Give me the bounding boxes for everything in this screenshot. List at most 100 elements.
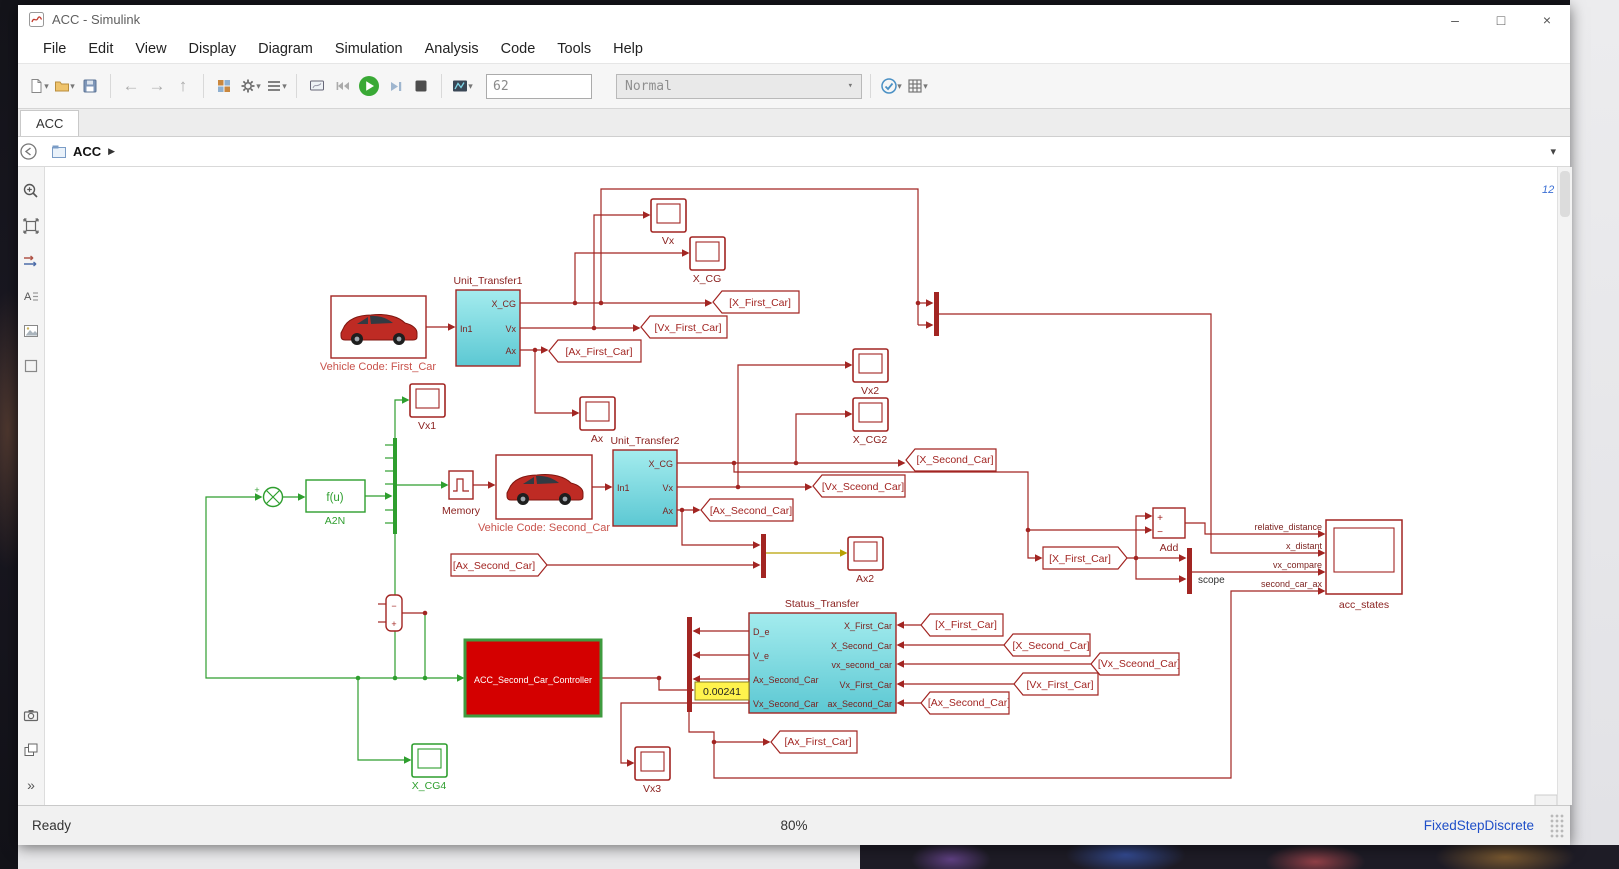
sim-mode-select[interactable]: Normal ▾ <box>616 73 862 99</box>
annotation-button[interactable]: A <box>21 286 41 306</box>
scope-vx3[interactable]: Vx3 <box>634 746 671 795</box>
goto-tag-vx-second-2[interactable]: [Vx_Sceond_Car] <box>1090 652 1180 676</box>
goto-tag-ax-second-1[interactable]: [Ax_Second_Car] <box>700 498 794 522</box>
mux-status[interactable] <box>687 617 692 712</box>
menu-code[interactable]: Code <box>490 41 547 57</box>
menu-file[interactable]: File <box>32 41 77 57</box>
new-model-button[interactable]: ▾ <box>26 72 50 100</box>
block-fcn[interactable]: f(u) A2N <box>305 479 366 527</box>
block-unit-transfer2[interactable]: Unit_Transfer2 In1 X_CG Vx Ax <box>610 435 680 527</box>
menu-view[interactable]: View <box>124 41 177 57</box>
block-vehicle-first-car[interactable]: Vehicle Code: First_Car <box>320 295 436 373</box>
mux-ax2[interactable] <box>761 534 766 578</box>
goto-tag-vx-second-1[interactable]: [Vx_Sceond_Car] <box>812 474 906 498</box>
caret-icon[interactable]: ▾ <box>468 81 473 92</box>
layers-button[interactable] <box>21 740 41 760</box>
block-unit-transfer1[interactable]: Unit_Transfer1 In1 X_CG Vx Ax <box>453 275 523 367</box>
goto-tag-ax-first-1[interactable]: [Ax_First_Car] <box>548 339 642 363</box>
forward-button[interactable]: → <box>145 72 169 100</box>
menu-diagram[interactable]: Diagram <box>247 41 324 57</box>
block-status-transfer[interactable]: Status_Transfer D_e V_e Ax_Second_Car Vx… <box>748 598 897 714</box>
back-button[interactable]: ← <box>119 72 143 100</box>
model-advisor-button[interactable]: ▾ <box>879 72 903 100</box>
close-button[interactable]: × <box>1524 5 1570 34</box>
step-forward-button[interactable] <box>383 72 407 100</box>
breadcrumb-model-name[interactable]: ACC <box>73 144 101 159</box>
image-button[interactable] <box>21 321 41 341</box>
fit-view-button[interactable] <box>21 216 41 236</box>
menu-analysis[interactable]: Analysis <box>414 41 490 57</box>
menu-display[interactable]: Display <box>178 41 248 57</box>
block-acc-controller[interactable]: ACC_Second_Car_Controller <box>463 638 603 718</box>
area-button[interactable] <box>21 356 41 376</box>
run-button[interactable] <box>357 72 381 100</box>
caret-icon[interactable]: ▾ <box>70 81 75 92</box>
scope-xcg[interactable]: X_CG <box>689 236 726 285</box>
save-button[interactable] <box>78 72 102 100</box>
minimize-button[interactable]: – <box>1432 5 1478 34</box>
from-tag-ax-second[interactable]: [Ax_Second_Car] <box>450 553 548 577</box>
from-tag-x-first[interactable]: [X_First_Car] <box>1042 546 1128 570</box>
signal-routing-button[interactable] <box>21 251 41 271</box>
caret-icon[interactable]: ▾ <box>256 81 261 92</box>
menu-help[interactable]: Help <box>602 41 654 57</box>
goto-tag-x-first-2[interactable]: [X_First_Car] <box>920 613 1004 637</box>
step-back-button[interactable] <box>331 72 355 100</box>
model-icon <box>52 145 66 158</box>
vertical-scrollbar[interactable] <box>1557 167 1572 805</box>
block-subtract[interactable]: − + <box>385 594 403 632</box>
goto-tag-ax-second-2[interactable]: [Ax_Second_Car] <box>920 691 1010 715</box>
maximize-button[interactable]: □ <box>1478 5 1524 34</box>
breadcrumb[interactable]: ACC ▶ <box>52 144 115 159</box>
caret-icon[interactable]: ▾ <box>282 81 287 92</box>
block-sum[interactable]: + <box>254 485 284 508</box>
breadcrumb-dropdown-icon[interactable]: ▾ <box>1550 145 1556 158</box>
up-button[interactable]: ↑ <box>171 72 195 100</box>
open-button[interactable]: ▾ <box>52 72 76 100</box>
diagnostics-viewer-button[interactable]: ▾ <box>264 72 288 100</box>
caret-icon[interactable]: ▾ <box>923 81 928 92</box>
scope-xcg4[interactable]: X_CG4 <box>411 743 448 792</box>
scope-vx[interactable]: Vx <box>650 198 687 247</box>
block-memory[interactable]: Memory <box>442 470 481 517</box>
port-in1: In1 <box>617 483 630 493</box>
model-canvas[interactable]: scope + f(u) A2N − + Memory Vehicle Code… <box>45 167 1557 805</box>
scrollbar-thumb[interactable] <box>1560 171 1570 217</box>
tab-acc[interactable]: ACC <box>20 110 80 136</box>
demux-green[interactable] <box>385 438 397 534</box>
library-browser-button[interactable] <box>212 72 236 100</box>
solver-name[interactable]: FixedStepDiscrete <box>1424 818 1534 833</box>
scope-ax2[interactable]: Ax2 <box>847 536 884 585</box>
mux-top-right[interactable] <box>934 292 939 336</box>
resize-grip[interactable] <box>1550 814 1564 838</box>
goto-tag-ax-first-2[interactable]: [Ax_First_Car] <box>770 730 858 754</box>
block-add[interactable]: + − Add <box>1152 507 1186 554</box>
expand-palette-button[interactable]: » <box>21 775 41 795</box>
caret-icon[interactable]: ▾ <box>897 81 902 92</box>
explorer-toggle-button[interactable] <box>18 142 38 162</box>
scope-vx1[interactable]: Vx1 <box>409 383 446 432</box>
menu-simulation[interactable]: Simulation <box>324 41 414 57</box>
model-settings-button[interactable]: ▾ <box>238 72 262 100</box>
goto-tag-vx-first-2[interactable]: [Vx_First_Car] <box>1013 672 1099 696</box>
fast-restart-button[interactable] <box>305 72 329 100</box>
zoom-button[interactable] <box>21 181 41 201</box>
menu-tools[interactable]: Tools <box>546 41 602 57</box>
goto-tag-x-first-1[interactable]: [X_First_Car] <box>712 290 800 314</box>
stop-time-input[interactable] <box>486 73 592 99</box>
caret-icon[interactable]: ▾ <box>44 81 49 92</box>
screenshot-button[interactable] <box>21 705 41 725</box>
model-data-editor-button[interactable]: ▾ <box>905 72 929 100</box>
goto-tag-x-second-1[interactable]: [X_Second_Car] <box>905 448 997 472</box>
scope-vx2[interactable]: Vx2 <box>852 348 889 397</box>
simulation-display-button[interactable]: ▾ <box>450 72 474 100</box>
menu-edit[interactable]: Edit <box>77 41 124 57</box>
stop-button[interactable] <box>409 72 433 100</box>
block-display[interactable]: 0.00241 <box>694 681 750 701</box>
mux-scope[interactable] <box>1187 548 1192 594</box>
goto-tag-x-second-2[interactable]: [X_Second_Car] <box>1003 633 1091 657</box>
port-in1: In1 <box>460 324 473 334</box>
block-vehicle-second-car[interactable]: Vehicle Code: Second_Car <box>478 454 610 534</box>
goto-tag-vx-first-1[interactable]: [Vx_First_Car] <box>640 315 728 339</box>
scope-xcg2[interactable]: X_CG2 <box>852 397 889 446</box>
